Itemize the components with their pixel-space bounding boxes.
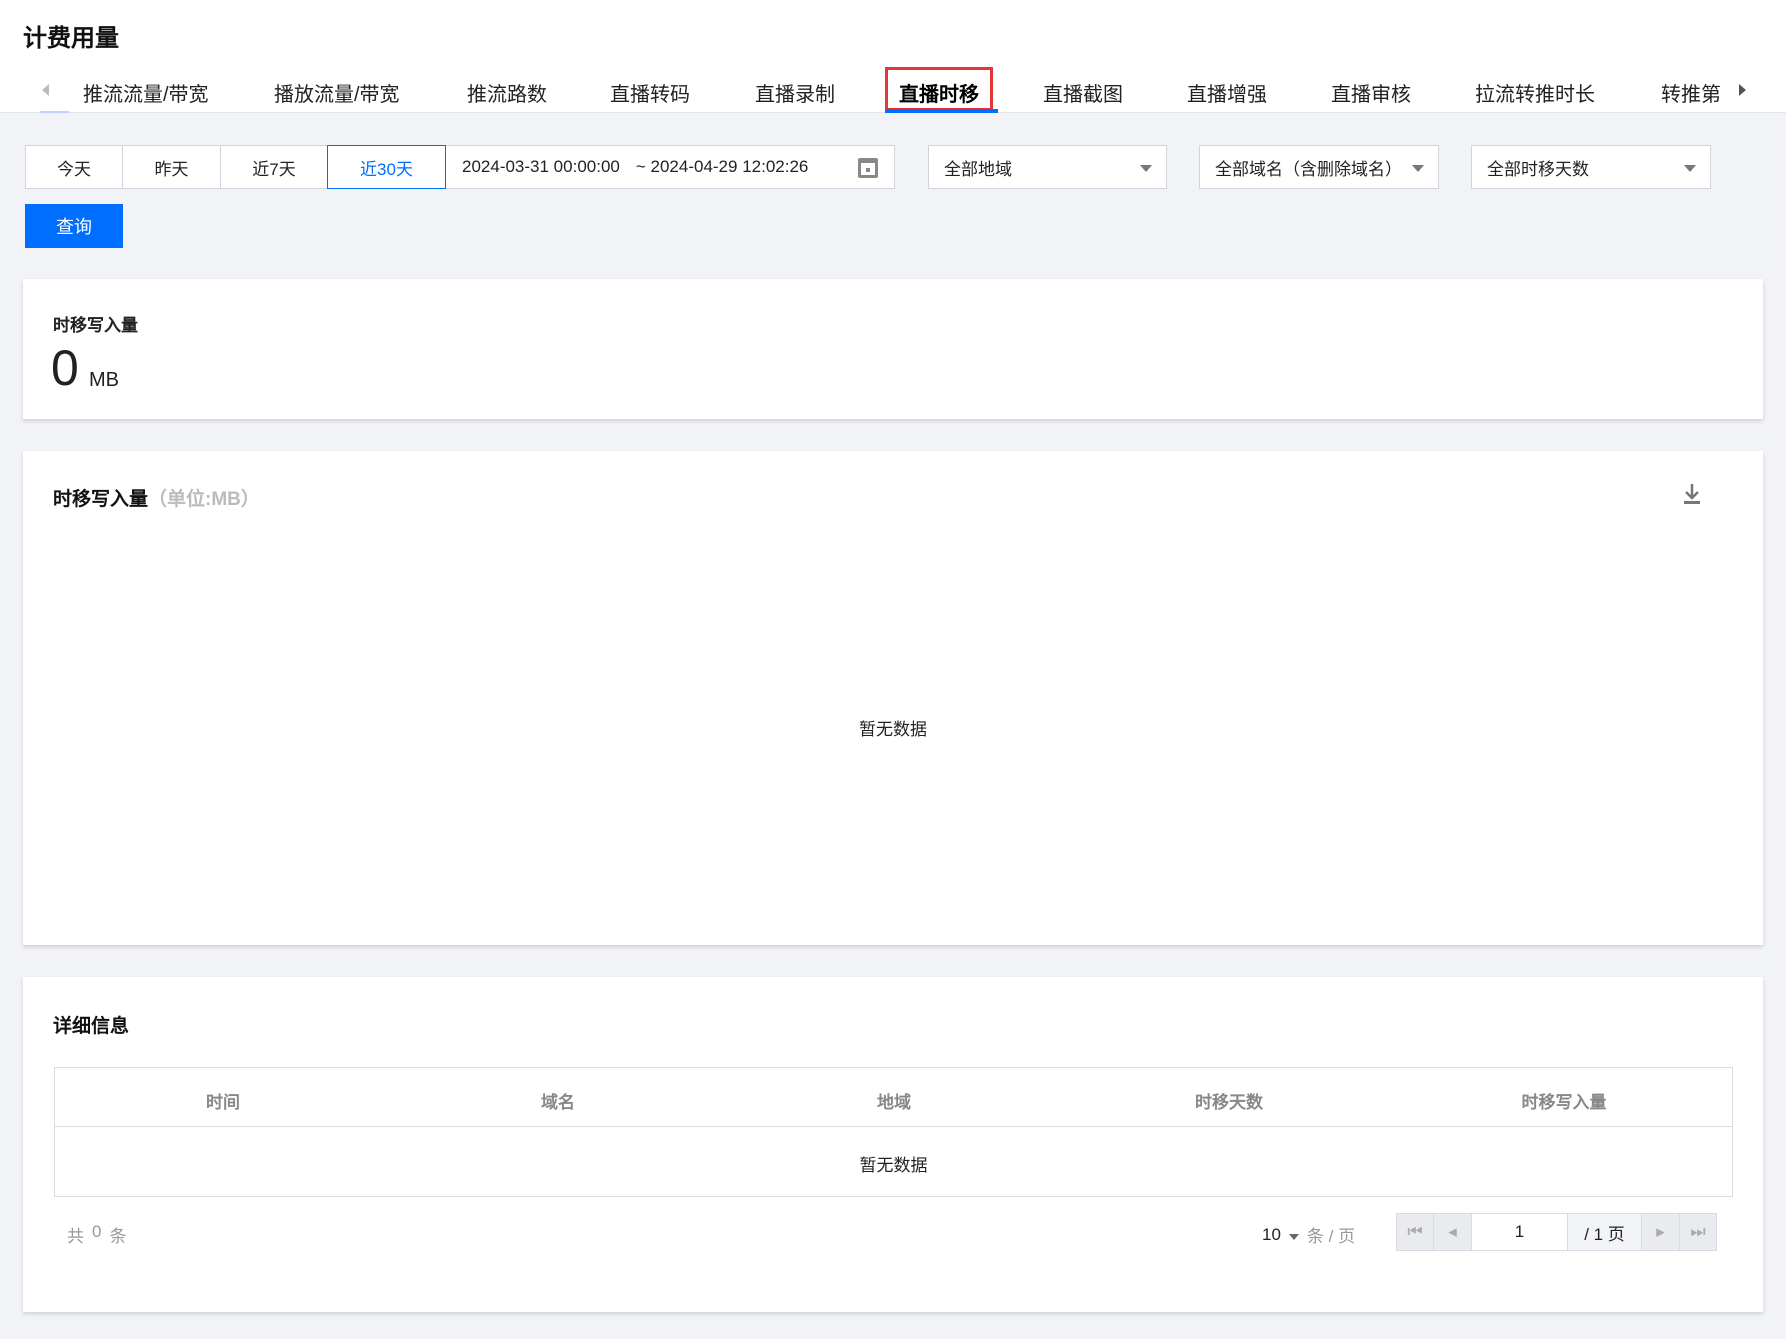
detail-table: 时间 域名 地域 时移天数 时移写入量 暂无数据 (54, 1067, 1733, 1197)
first-page-button[interactable]: ⏮ (1396, 1213, 1434, 1251)
next-page-button[interactable]: ▸ (1641, 1213, 1680, 1251)
tab-indicator (40, 111, 69, 113)
total-value: 0 (92, 1222, 102, 1241)
tab-push-traffic[interactable]: 推流流量/带宽 (83, 78, 209, 107)
detail-title: 详细信息 (53, 1016, 130, 1037)
chevron-down-icon (1288, 1233, 1299, 1240)
domain-value: 全部域名（含删除域名） (1215, 159, 1402, 179)
domain-select[interactable]: 全部域名（含删除域名） (1199, 145, 1439, 189)
table-divider (55, 1126, 1732, 1127)
chevron-down-icon (1684, 165, 1696, 172)
yesterday-button[interactable]: 昨天 (122, 145, 221, 189)
col-write: 时移写入量 (1521, 1093, 1607, 1112)
region-value: 全部地域 (944, 159, 1012, 179)
tab-record[interactable]: 直播录制 (755, 78, 835, 107)
tab-relay[interactable]: 转推第 (1661, 78, 1720, 107)
days-value: 全部时移天数 (1487, 159, 1589, 179)
region-select[interactable]: 全部地域 (928, 145, 1167, 189)
summary-unit: MB (89, 369, 119, 391)
col-time: 时间 (206, 1093, 240, 1112)
tab-next-icon[interactable] (1739, 84, 1746, 96)
start-date: 2024-03-31 00:00:00 (462, 157, 620, 176)
tab-screenshot[interactable]: 直播截图 (1043, 78, 1123, 107)
total-prefix: 共 (67, 1227, 84, 1246)
chart-card: 时移写入量 （单位:MB） 暂无数据 (23, 451, 1763, 945)
col-domain: 域名 (541, 1093, 575, 1112)
page-size-select[interactable]: 10 条 / 页 (1262, 1222, 1355, 1247)
page-input[interactable]: 1 (1471, 1213, 1568, 1251)
page-total: / 1 页 (1567, 1213, 1642, 1251)
last-7-days-button[interactable]: 近7天 (220, 145, 328, 189)
tab-prev-icon[interactable] (42, 84, 49, 96)
last-30-days-button[interactable]: 近30天 (327, 145, 446, 189)
end-date: ~ 2024-04-29 12:02:26 (635, 157, 809, 176)
today-button[interactable]: 今天 (25, 145, 123, 189)
col-region: 地域 (877, 1093, 911, 1112)
table-empty: 暂无数据 (859, 1156, 928, 1175)
query-button[interactable]: 查询 (25, 204, 123, 248)
tab-push-streams[interactable]: 推流路数 (467, 78, 547, 107)
summary-label: 时移写入量 (53, 316, 138, 335)
summary-card: 时移写入量 0 MB (23, 279, 1763, 419)
total-suffix: 条 (109, 1227, 127, 1246)
page-title: 计费用量 (23, 25, 119, 52)
highlight-box (885, 67, 993, 111)
tab-overflow: 转推第 (1640, 70, 1720, 110)
summary-value: 0 (51, 340, 79, 396)
download-icon[interactable] (1683, 483, 1701, 505)
prev-page-button[interactable]: ◂ (1433, 1213, 1472, 1251)
date-range-picker[interactable]: 2024-03-31 00:00:00 ~ 2024-04-29 12:02:2… (445, 145, 895, 189)
chevron-down-icon (1140, 165, 1152, 172)
chevron-down-icon (1412, 165, 1424, 172)
calendar-icon[interactable] (858, 158, 878, 178)
days-select[interactable]: 全部时移天数 (1471, 145, 1711, 189)
page-size-value: 10 (1262, 1224, 1281, 1244)
last-page-button[interactable]: ⏭ (1679, 1213, 1717, 1251)
chart-empty: 暂无数据 (859, 720, 927, 739)
tab-pull-push[interactable]: 拉流转推时长 (1475, 78, 1595, 107)
chart-unit: （单位:MB） (148, 489, 260, 510)
tab-enhance[interactable]: 直播增强 (1187, 78, 1267, 107)
active-tab-underline (885, 109, 998, 113)
per-page-label: 条 / 页 (1306, 1227, 1356, 1246)
col-days: 时移天数 (1195, 1093, 1263, 1112)
tab-review[interactable]: 直播审核 (1331, 78, 1411, 107)
detail-card: 详细信息 时间 域名 地域 时移天数 时移写入量 暂无数据 共0条 10 条 /… (23, 977, 1763, 1312)
tab-play-traffic[interactable]: 播放流量/带宽 (274, 78, 400, 107)
total-count: 共0条 (67, 1222, 126, 1247)
chart-title: 时移写入量 (53, 489, 149, 510)
tab-transcode[interactable]: 直播转码 (610, 78, 690, 107)
